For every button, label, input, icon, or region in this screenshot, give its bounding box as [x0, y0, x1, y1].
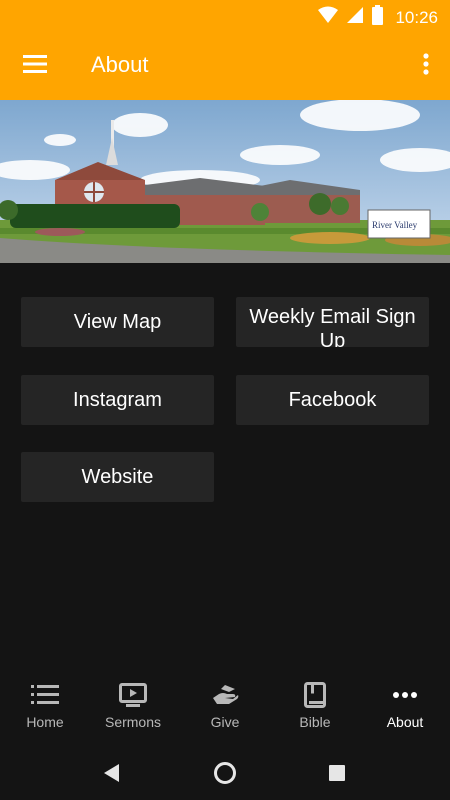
nav-label-bible: Bible	[299, 714, 331, 730]
status-icons: 10:26	[318, 5, 438, 30]
book-icon	[270, 682, 360, 708]
nav-label-give: Give	[210, 714, 240, 730]
bottom-navigation: Home Sermons Give Bible About	[0, 670, 450, 750]
nav-label-sermons: Sermons	[104, 714, 162, 730]
system-navigation-bar	[0, 750, 450, 800]
instagram-label: Instagram	[73, 389, 162, 411]
nav-item-about[interactable]: About	[360, 670, 450, 750]
recents-button[interactable]	[322, 760, 352, 790]
recents-icon	[329, 764, 345, 786]
hamburger-menu-icon	[23, 54, 47, 78]
weekly-email-signup-button[interactable]: Weekly Email Sign Up	[236, 297, 429, 347]
back-button[interactable]	[97, 760, 127, 790]
page-title: About	[91, 52, 149, 77]
more-horiz-icon	[360, 682, 450, 708]
signal-icon	[346, 6, 364, 29]
wifi-icon	[318, 6, 339, 29]
more-vert-icon	[423, 52, 429, 80]
website-label: Website	[81, 466, 154, 488]
overflow-menu-button[interactable]	[414, 49, 438, 83]
nav-item-sermons[interactable]: Sermons	[88, 670, 178, 750]
facebook-button[interactable]: Facebook	[236, 375, 429, 425]
instagram-button[interactable]: Instagram	[21, 375, 214, 425]
home-button[interactable]	[210, 760, 240, 790]
play-screen-icon	[88, 682, 178, 708]
status-time: 10:26	[395, 7, 438, 27]
website-button[interactable]: Website	[21, 452, 214, 502]
list-icon	[0, 682, 90, 708]
view-map-button[interactable]: View Map	[21, 297, 214, 347]
back-icon	[103, 763, 121, 788]
giving-hand-icon	[180, 682, 270, 708]
links-panel: View Map Weekly Email Sign Up Instagram …	[0, 263, 450, 670]
app-bar: About	[0, 32, 450, 100]
sign-text: River Valley	[372, 220, 418, 230]
home-icon	[213, 761, 237, 790]
battery-icon	[372, 5, 384, 30]
nav-item-bible[interactable]: Bible	[270, 670, 360, 750]
facebook-label: Facebook	[288, 389, 377, 411]
nav-label-home: Home	[26, 714, 64, 730]
view-map-label: View Map	[73, 311, 162, 333]
church-photo: River Valley	[0, 100, 450, 263]
nav-item-give[interactable]: Give	[180, 670, 270, 750]
nav-item-home[interactable]: Home	[0, 670, 90, 750]
weekly-email-signup-label: Weekly Email Sign Up	[249, 306, 416, 347]
menu-button[interactable]	[16, 49, 54, 83]
nav-label-about: About	[386, 714, 424, 730]
status-bar: 10:26	[0, 0, 450, 32]
